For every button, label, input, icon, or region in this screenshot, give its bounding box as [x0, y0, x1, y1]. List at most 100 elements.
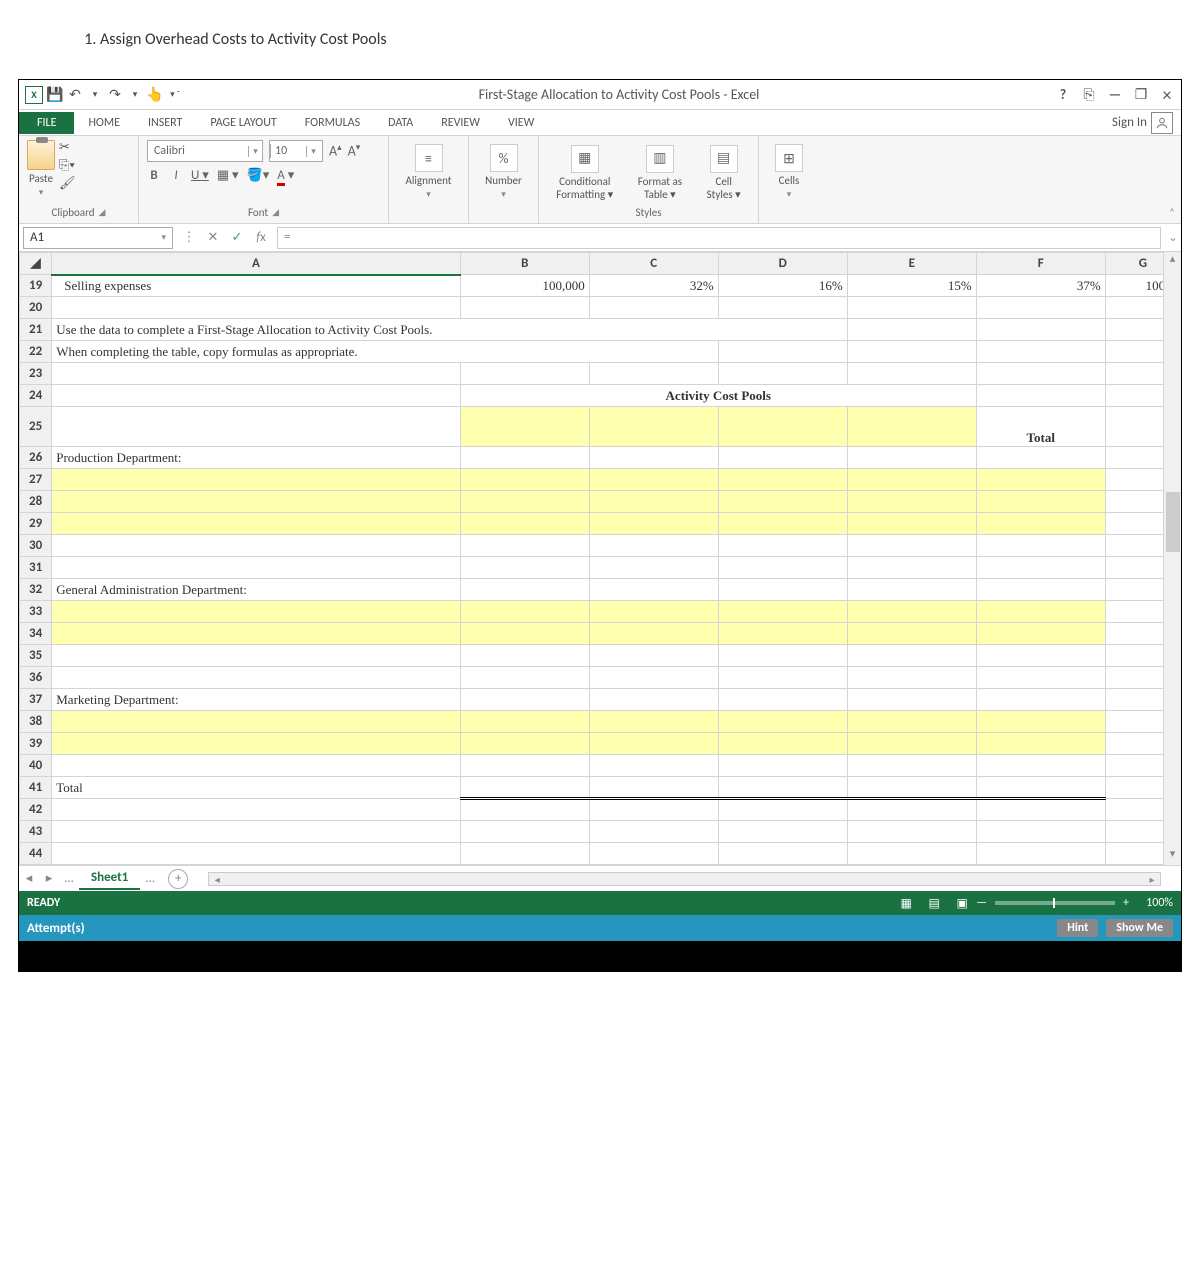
cell[interactable] — [847, 491, 976, 513]
cell-styles-button[interactable]: ▤ CellStyles ▾ — [707, 145, 741, 201]
cell[interactable] — [52, 535, 461, 557]
view-normal-icon[interactable]: ▦ — [894, 894, 918, 912]
row-header[interactable]: 39 — [20, 733, 52, 755]
cell[interactable] — [460, 363, 589, 385]
cell[interactable] — [847, 341, 976, 363]
cell[interactable] — [976, 319, 1105, 341]
cell[interactable] — [52, 469, 461, 491]
vertical-scrollbar[interactable]: ▴ ▾ — [1163, 252, 1181, 865]
cell[interactable] — [847, 535, 976, 557]
cell[interactable] — [847, 407, 976, 447]
format-as-table-button[interactable]: ▥ Format asTable ▾ — [638, 145, 682, 201]
cell[interactable] — [718, 341, 847, 363]
cell[interactable] — [847, 689, 976, 711]
cell[interactable] — [589, 363, 718, 385]
borders-icon[interactable]: ▦ ▾ — [217, 168, 239, 183]
cell[interactable] — [847, 799, 976, 821]
cell[interactable] — [718, 755, 847, 777]
cell[interactable] — [460, 821, 589, 843]
underline-button[interactable]: U ▾ — [191, 168, 209, 183]
cell[interactable] — [460, 777, 589, 799]
row-header[interactable]: 31 — [20, 557, 52, 579]
paste-button[interactable]: Paste ▾ — [27, 140, 55, 198]
cell[interactable] — [460, 711, 589, 733]
row-header[interactable]: 32 — [20, 579, 52, 601]
row-header[interactable]: 26 — [20, 447, 52, 469]
cell[interactable] — [460, 843, 589, 865]
cell[interactable] — [718, 297, 847, 319]
cell[interactable] — [52, 667, 461, 689]
row-header[interactable]: 22 — [20, 341, 52, 363]
hint-button[interactable]: Hint — [1057, 919, 1098, 937]
cells-button[interactable]: ⊞ Cells▾ — [767, 140, 811, 204]
cell[interactable] — [460, 407, 589, 447]
cell[interactable] — [847, 667, 976, 689]
number-button[interactable]: % Number▾ — [477, 140, 530, 204]
cell[interactable] — [52, 385, 461, 407]
cell[interactable] — [460, 623, 589, 645]
cell[interactable] — [460, 491, 589, 513]
cell[interactable] — [976, 843, 1105, 865]
cell[interactable] — [52, 711, 461, 733]
font-color-icon[interactable]: A ▾ — [277, 168, 294, 183]
tab-formulas[interactable]: FORMULAS — [291, 112, 374, 134]
row-header[interactable]: 21 — [20, 319, 52, 341]
spreadsheet-grid[interactable]: ◢ A B C D E F G 19 Selling expenses 100,… — [19, 252, 1181, 865]
cell[interactable] — [976, 385, 1105, 407]
cell[interactable] — [460, 557, 589, 579]
cell[interactable] — [847, 645, 976, 667]
cell[interactable]: 32% — [589, 275, 718, 297]
cell[interactable] — [52, 407, 461, 447]
row-header[interactable]: 40 — [20, 755, 52, 777]
view-pagelayout-icon[interactable]: ▤ — [922, 894, 946, 912]
cell[interactable]: Total — [52, 777, 461, 799]
cell[interactable] — [976, 645, 1105, 667]
scroll-down-icon[interactable]: ▾ — [1164, 847, 1181, 865]
cell[interactable] — [52, 733, 461, 755]
cell[interactable] — [460, 799, 589, 821]
cell[interactable] — [976, 557, 1105, 579]
cell[interactable] — [976, 755, 1105, 777]
sheet-more-icon[interactable]: … — [59, 871, 79, 886]
collapse-ribbon-icon[interactable]: ˄ — [1169, 206, 1175, 219]
cell[interactable] — [847, 363, 976, 385]
italic-button[interactable]: I — [169, 168, 183, 183]
cell[interactable]: Marketing Department: — [52, 689, 461, 711]
row-header[interactable]: 44 — [20, 843, 52, 865]
cell[interactable] — [718, 601, 847, 623]
row-header[interactable]: 34 — [20, 623, 52, 645]
cut-icon[interactable]: ✂ — [59, 140, 79, 156]
col-header-A[interactable]: A — [52, 253, 461, 275]
cell[interactable] — [460, 579, 589, 601]
hscroll-left-icon[interactable]: ◂ — [209, 873, 225, 885]
row-header[interactable]: 43 — [20, 821, 52, 843]
cell[interactable] — [847, 447, 976, 469]
cell[interactable] — [976, 535, 1105, 557]
cell[interactable] — [52, 645, 461, 667]
row-header[interactable]: 41 — [20, 777, 52, 799]
cell[interactable] — [460, 513, 589, 535]
row-header[interactable]: 36 — [20, 667, 52, 689]
row-header[interactable]: 25 — [20, 407, 52, 447]
cell[interactable] — [460, 601, 589, 623]
scroll-up-icon[interactable]: ▴ — [1164, 252, 1181, 270]
cell-activity-cost-pools-header[interactable]: Activity Cost Pools — [460, 385, 976, 407]
col-header-D[interactable]: D — [718, 253, 847, 275]
cell[interactable] — [589, 407, 718, 447]
cell[interactable] — [847, 579, 976, 601]
cell[interactable] — [718, 469, 847, 491]
close-icon[interactable]: × — [1159, 87, 1175, 103]
conditional-formatting-button[interactable]: ▦ ConditionalFormatting ▾ — [556, 145, 613, 201]
row-header[interactable]: 19 — [20, 275, 52, 297]
cell[interactable] — [460, 667, 589, 689]
cell[interactable] — [718, 557, 847, 579]
increase-font-icon[interactable]: A▴ — [329, 142, 342, 160]
undo-icon[interactable]: ↶ — [67, 87, 83, 103]
help-icon[interactable]: ? — [1055, 87, 1071, 103]
cell[interactable] — [589, 667, 718, 689]
alignment-button[interactable]: ≡ Alignment▾ — [397, 140, 460, 204]
cell[interactable] — [589, 601, 718, 623]
cell[interactable] — [589, 623, 718, 645]
tab-home[interactable]: HOME — [74, 112, 134, 134]
sign-in-button[interactable]: Sign In — [1104, 112, 1181, 134]
